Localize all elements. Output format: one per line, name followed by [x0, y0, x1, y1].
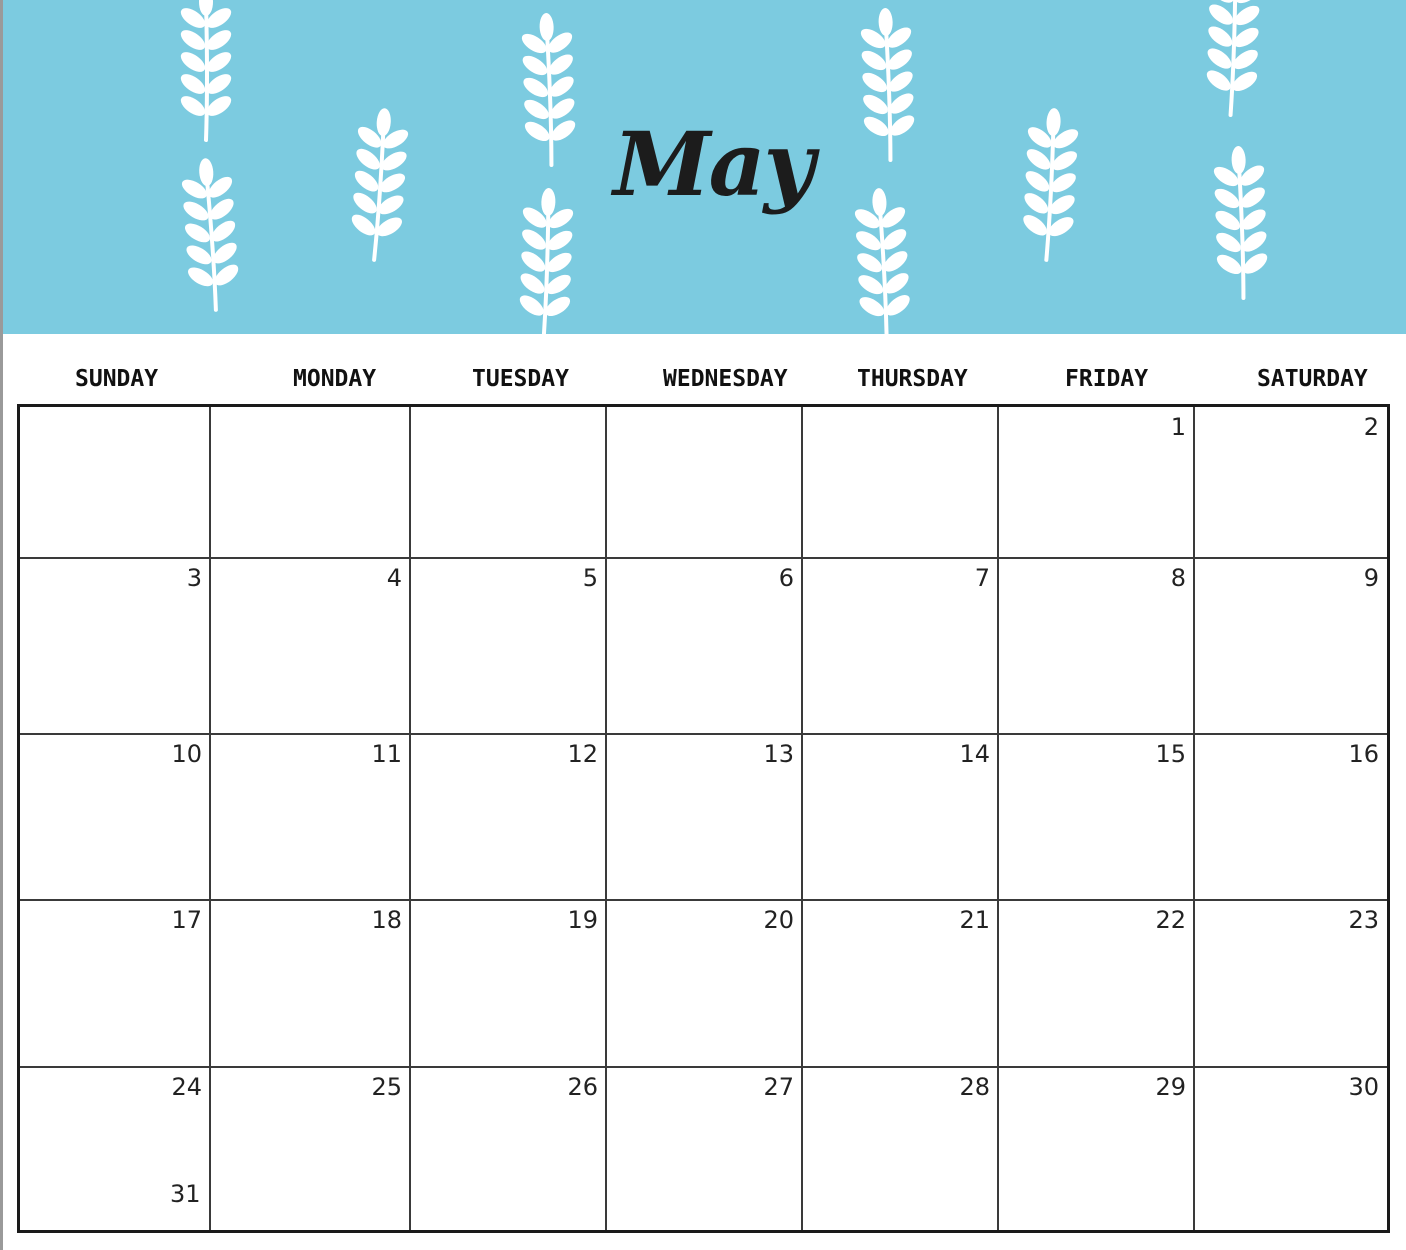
date-number: 14 — [959, 740, 990, 768]
date-number: 30 — [1348, 1073, 1379, 1101]
day-cell[interactable]: 25 — [210, 1067, 410, 1230]
day-cell[interactable]: 23 — [1194, 900, 1387, 1067]
date-number: 26 — [567, 1073, 598, 1101]
day-cell[interactable]: 4 — [210, 558, 410, 734]
weekday-thursday: THURSDAY — [857, 366, 968, 392]
day-cell[interactable]: 7 — [802, 558, 998, 734]
date-number: 15 — [1155, 740, 1186, 768]
date-number: 5 — [582, 564, 598, 592]
day-cell[interactable]: 19 — [410, 900, 606, 1067]
day-cell[interactable]: 9 — [1194, 558, 1387, 734]
date-number: 12 — [567, 740, 598, 768]
date-number: 13 — [763, 740, 794, 768]
day-cell[interactable]: 14 — [802, 734, 998, 900]
weekday-monday: MONDAY — [293, 366, 377, 392]
date-number: 4 — [386, 564, 402, 592]
day-cell[interactable]: 16 — [1194, 734, 1387, 900]
day-cell[interactable]: 26 — [410, 1067, 606, 1230]
day-cell[interactable]: 21 — [802, 900, 998, 1067]
day-cell[interactable] — [210, 407, 410, 558]
calendar-page: May SUNDAY MONDAY TUESDAY WEDNESDAY THUR… — [0, 0, 1406, 1250]
day-cell[interactable]: 20 — [606, 900, 802, 1067]
calendar-grid: 31 1 2 3 4 5 6 7 8 9 10 11 12 13 14 15 16 17 18 19 20 21 22 23… — [17, 404, 1390, 1233]
date-number: 25 — [371, 1073, 402, 1101]
date-number: 29 — [1155, 1073, 1186, 1101]
date-number: 11 — [371, 740, 402, 768]
date-number: 22 — [1155, 906, 1186, 934]
day-cell[interactable]: 10 — [20, 734, 210, 900]
day-cell[interactable]: 17 — [20, 900, 210, 1067]
day-cell[interactable] — [802, 407, 998, 558]
day-cell[interactable]: 24 — [20, 1067, 210, 1230]
weekday-wednesday: WEDNESDAY — [663, 366, 788, 392]
day-cell[interactable]: 11 — [210, 734, 410, 900]
day-cell[interactable] — [410, 407, 606, 558]
month-banner: May — [3, 0, 1406, 334]
weekday-friday: FRIDAY — [1065, 366, 1149, 392]
date-number: 1 — [1170, 413, 1186, 441]
day-cell[interactable]: 15 — [998, 734, 1194, 900]
date-number: 18 — [371, 906, 402, 934]
date-number: 23 — [1348, 906, 1379, 934]
date-number: 16 — [1348, 740, 1379, 768]
day-cell[interactable]: 3 — [20, 558, 210, 734]
day-cell[interactable]: 29 — [998, 1067, 1194, 1230]
day-cell[interactable]: 5 — [410, 558, 606, 734]
day-cell[interactable]: 27 — [606, 1067, 802, 1230]
day-cell[interactable]: 28 — [802, 1067, 998, 1230]
weekday-saturday: SATURDAY — [1257, 366, 1368, 392]
day-cell[interactable]: 13 — [606, 734, 802, 900]
date-number: 19 — [567, 906, 598, 934]
date-number: 17 — [171, 906, 202, 934]
day-cell[interactable] — [20, 407, 210, 558]
date-number: 28 — [959, 1073, 990, 1101]
date-number: 10 — [171, 740, 202, 768]
date-number: 27 — [763, 1073, 794, 1101]
date-number: 24 — [171, 1073, 202, 1101]
date-number: 3 — [186, 564, 202, 592]
day-cell[interactable]: 8 — [998, 558, 1194, 734]
date-number: 6 — [778, 564, 794, 592]
weekday-header-row: SUNDAY MONDAY TUESDAY WEDNESDAY THURSDAY… — [17, 366, 1389, 402]
day-cell[interactable]: 22 — [998, 900, 1194, 1067]
date-number: 2 — [1363, 413, 1379, 441]
day-cell[interactable]: 18 — [210, 900, 410, 1067]
day-cell[interactable] — [606, 407, 802, 558]
date-number: 7 — [974, 564, 990, 592]
weekday-sunday: SUNDAY — [75, 366, 159, 392]
day-cell[interactable]: 30 — [1194, 1067, 1387, 1230]
day-cell[interactable]: 2 — [1194, 407, 1387, 558]
day-cell[interactable]: 1 — [998, 407, 1194, 558]
weekday-tuesday: TUESDAY — [472, 366, 569, 392]
date-number: 21 — [959, 906, 990, 934]
date-number: 20 — [763, 906, 794, 934]
date-number: 9 — [1363, 564, 1379, 592]
day-cell[interactable]: 6 — [606, 558, 802, 734]
date-number: 8 — [1170, 564, 1186, 592]
day-cell[interactable]: 12 — [410, 734, 606, 900]
month-title: May — [613, 112, 815, 216]
